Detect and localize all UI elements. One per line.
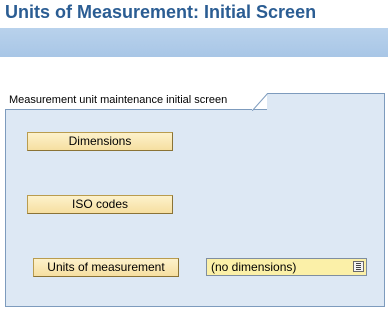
dimension-select-value: (no dimensions) (211, 260, 297, 274)
dropdown-list-icon[interactable] (353, 261, 364, 272)
dimensions-button[interactable]: Dimensions (27, 132, 173, 151)
dimension-select[interactable]: (no dimensions) (206, 258, 367, 276)
title-bar: Units of Measurement: Initial Screen (0, 0, 388, 28)
page-title: Units of Measurement: Initial Screen (5, 2, 317, 22)
group-header: Measurement unit maintenance initial scr… (5, 93, 267, 110)
units-of-measurement-button[interactable]: Units of measurement (33, 258, 179, 277)
group-title: Measurement unit maintenance initial scr… (9, 94, 228, 106)
group-header-corner (252, 93, 269, 111)
main-content: Measurement unit maintenance initial scr… (0, 57, 388, 313)
iso-codes-button[interactable]: ISO codes (27, 195, 173, 214)
application-toolbar (0, 28, 388, 57)
